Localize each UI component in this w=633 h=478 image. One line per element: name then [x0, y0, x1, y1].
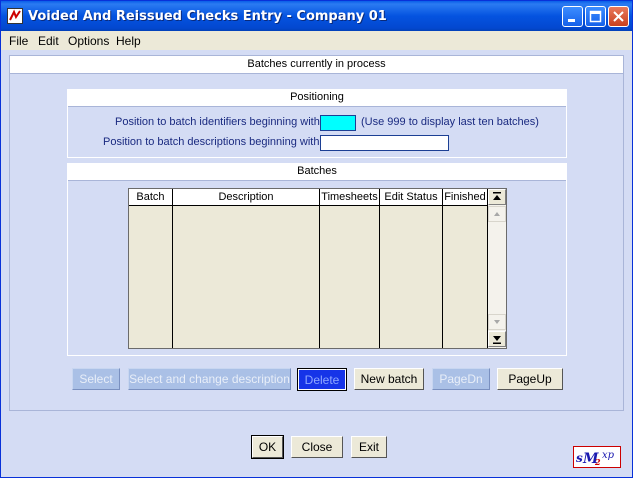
ok-button[interactable]: OK [251, 435, 284, 459]
close-window-button[interactable] [608, 6, 629, 27]
positioning-section [67, 106, 567, 158]
scroll-down-button[interactable] [488, 314, 506, 330]
maximize-icon [589, 10, 602, 23]
panel-header: Batches currently in process [10, 56, 623, 74]
column-header[interactable]: Finished [443, 189, 487, 206]
scroll-top-button[interactable] [488, 189, 506, 205]
batch-id-label: Position to batch identifiers beginning … [115, 116, 320, 128]
scroll-bottom-icon [493, 336, 501, 344]
batch-desc-label: Position to batch descriptions beginning… [103, 136, 320, 148]
arrow-up-icon [494, 212, 500, 216]
smz-logo: s M 2 xp [573, 446, 621, 468]
column-batch: Batch [129, 189, 173, 348]
column-header[interactable]: Batch [129, 189, 172, 206]
positioning-heading: Positioning [67, 89, 567, 107]
column-header[interactable]: Edit Status [380, 189, 442, 206]
batches-heading: Batches [67, 163, 567, 181]
batch-id-input[interactable] [320, 115, 356, 131]
scroll-top-icon [493, 192, 501, 200]
scroll-up-button[interactable] [488, 206, 506, 222]
batch-id-hint: (Use 999 to display last ten batches) [361, 116, 539, 128]
menu-edit[interactable]: Edit [38, 34, 59, 48]
select-change-description-button[interactable]: Select and change description [128, 368, 291, 390]
batches-table[interactable]: Batch Description Timesheets Edit Status… [128, 188, 507, 349]
pagedn-button[interactable]: PageDn [432, 368, 490, 390]
close-icon [613, 11, 624, 22]
minimize-icon [568, 19, 575, 22]
window-title: Voided And Reissued Checks Entry - Compa… [28, 9, 387, 24]
maximize-button[interactable] [585, 6, 606, 27]
column-header[interactable]: Description [173, 189, 319, 206]
application-window: Voided And Reissued Checks Entry - Compa… [0, 0, 633, 478]
svg-text:xp: xp [602, 450, 615, 461]
arrow-down-icon [494, 320, 500, 324]
app-icon[interactable] [7, 8, 23, 24]
batch-desc-input[interactable] [320, 135, 449, 151]
column-finished: Finished [443, 189, 488, 348]
menu-bar: File Edit Options Help [1, 31, 632, 50]
pageup-button[interactable]: PageUp [497, 368, 563, 390]
column-edit-status: Edit Status [380, 189, 443, 348]
column-timesheets: Timesheets [320, 189, 380, 348]
minimize-button[interactable] [562, 6, 583, 27]
menu-help[interactable]: Help [116, 34, 141, 48]
title-bar[interactable]: Voided And Reissued Checks Entry - Compa… [1, 1, 632, 31]
menu-file[interactable]: File [9, 34, 28, 48]
menu-options[interactable]: Options [68, 34, 109, 48]
svg-text:2: 2 [594, 457, 601, 467]
select-button[interactable]: Select [72, 368, 120, 390]
new-batch-button[interactable]: New batch [354, 368, 424, 390]
exit-button[interactable]: Exit [351, 436, 387, 458]
scroll-bottom-button[interactable] [488, 331, 506, 347]
svg-text:s: s [576, 451, 583, 465]
close-button[interactable]: Close [291, 436, 343, 458]
delete-button[interactable]: Delete [297, 368, 347, 391]
vertical-scrollbar[interactable] [488, 189, 506, 348]
column-description: Description [173, 189, 320, 348]
column-header[interactable]: Timesheets [320, 189, 379, 206]
